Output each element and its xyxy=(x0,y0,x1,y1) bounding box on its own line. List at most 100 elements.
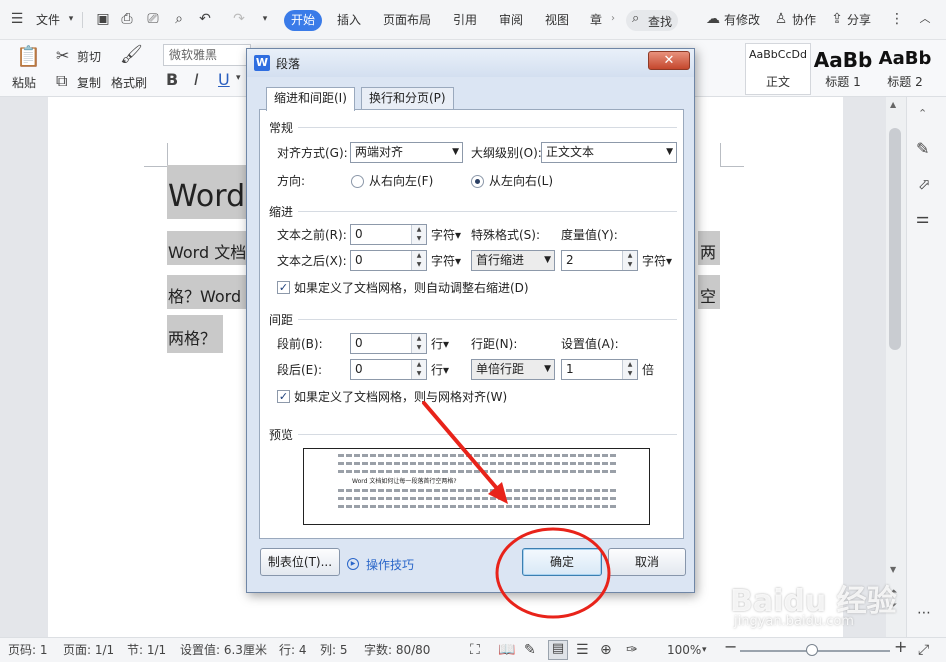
zoom-level[interactable]: 100% xyxy=(667,642,701,658)
cancel-button[interactable]: 取消 xyxy=(608,548,686,576)
fit-page-icon[interactable]: ⤢ xyxy=(918,642,929,658)
font-name-select[interactable]: 微软雅黑 xyxy=(163,44,251,66)
rtl-radio[interactable] xyxy=(351,175,364,188)
auto-adjust-label[interactable]: 如果定义了文档网格，则自动调整右缩进(D) xyxy=(294,280,529,296)
indent-before-unit[interactable]: 字符▾ xyxy=(431,227,461,243)
page-view-icon[interactable]: ▤ xyxy=(548,640,568,660)
more-icon[interactable]: ⋮ xyxy=(888,10,906,28)
cut-button[interactable]: 剪切 xyxy=(77,48,101,65)
spinner-icon[interactable]: ▲ ▼ xyxy=(411,251,426,270)
fullscreen-icon[interactable]: ⛶ xyxy=(470,642,480,658)
measure-unit[interactable]: 字符▾ xyxy=(642,253,672,269)
share-button[interactable]: 分享 xyxy=(847,9,871,31)
set-value-input[interactable]: 1 ▲ ▼ xyxy=(561,359,638,380)
tab-stops-button[interactable]: 制表位(T)... xyxy=(260,548,340,576)
collapse-ribbon-icon[interactable]: ︿ xyxy=(916,10,934,28)
paste-icon[interactable]: 📋 xyxy=(16,44,41,68)
play-icon[interactable]: ▶ xyxy=(347,558,359,570)
status-page-number[interactable]: 页码: 1 xyxy=(8,642,48,658)
spinner-icon[interactable]: ▲ ▼ xyxy=(411,225,426,244)
scroll-thumb[interactable] xyxy=(889,128,901,350)
zoom-slider-handle[interactable] xyxy=(806,644,818,656)
style-heading-1[interactable]: AaBb 标题 1 xyxy=(812,43,874,95)
status-page-count[interactable]: 页面: 1/1 xyxy=(63,642,114,658)
web-view-icon[interactable]: ⊕ xyxy=(600,642,612,658)
revise-button[interactable]: 有修改 xyxy=(724,9,760,31)
settings-slider-icon[interactable]: ⚌ xyxy=(916,209,929,227)
space-after-input[interactable]: 0 ▲ ▼ xyxy=(350,359,427,380)
chevron-down-icon[interactable]: ▾ xyxy=(702,642,707,658)
more-icon[interactable]: ⋯ xyxy=(917,605,931,621)
dialog-titlebar[interactable]: W 段落 ✕ xyxy=(247,49,694,77)
print-icon[interactable]: ⎚ xyxy=(144,10,162,28)
tab-view[interactable]: 视图 xyxy=(545,9,569,31)
tab-references[interactable]: 引用 xyxy=(453,9,477,31)
style-heading-2[interactable]: AaBb 标题 2 xyxy=(876,43,934,95)
collab-button[interactable]: 协作 xyxy=(792,9,816,31)
undo-icon[interactable]: ↶ xyxy=(196,10,214,28)
format-painter-button[interactable]: 格式刷 xyxy=(111,74,147,91)
spinner-icon[interactable]: ▲ ▼ xyxy=(622,251,637,270)
tab-start[interactable]: 开始 xyxy=(284,10,322,31)
close-button[interactable]: ✕ xyxy=(648,51,690,70)
save-icon[interactable]: ▣ xyxy=(94,10,112,28)
collapse-icon[interactable]: ⌃ xyxy=(918,107,927,120)
more-tabs-icon[interactable]: › xyxy=(604,10,622,28)
spinner-icon[interactable]: ▲ ▼ xyxy=(411,360,426,379)
redo-icon[interactable]: ↷ xyxy=(230,10,248,28)
scroll-down-icon[interactable]: ▼ xyxy=(890,565,896,574)
outline-value: 正文文本 xyxy=(546,145,595,159)
underline-button[interactable]: U xyxy=(218,70,230,89)
search-box[interactable]: ⌕ 查找 xyxy=(626,10,678,31)
status-word-count[interactable]: 字数: 80/80 xyxy=(364,642,430,658)
pen-icon[interactable]: ✎ xyxy=(916,139,929,158)
zoom-in-button[interactable]: + xyxy=(894,639,907,655)
paste-button[interactable]: 粘贴 xyxy=(12,74,36,91)
spinner-icon[interactable]: ▲ ▼ xyxy=(411,334,426,353)
tab-chapter[interactable]: 章 xyxy=(590,9,602,31)
scroll-up-icon[interactable]: ▲ xyxy=(890,100,896,109)
outline-select[interactable]: 正文文本 ▼ xyxy=(541,142,677,163)
copy-button[interactable]: 复制 xyxy=(77,74,101,91)
space-before-input[interactable]: 0 ▲ ▼ xyxy=(350,333,427,354)
line-spacing-select[interactable]: 单倍行距 ▼ xyxy=(471,359,555,380)
space-before-unit[interactable]: 行▾ xyxy=(431,336,449,352)
spinner-icon[interactable]: ▲ ▼ xyxy=(622,360,637,379)
rtl-label[interactable]: 从右向左(F) xyxy=(369,173,433,189)
bold-button[interactable]: B xyxy=(166,70,178,89)
measure-input[interactable]: 2 ▲ ▼ xyxy=(561,250,638,271)
read-mode-icon[interactable]: 📖 xyxy=(498,642,515,658)
zoom-out-button[interactable]: − xyxy=(724,639,737,655)
export-icon[interactable]: ⎙ xyxy=(118,10,136,28)
indent-after-unit[interactable]: 字符▾ xyxy=(431,253,461,269)
hamburger-menu-icon[interactable]: ☰ xyxy=(8,10,26,28)
chevron-down-icon[interactable]: ▾ xyxy=(62,10,80,28)
style-normal[interactable]: AaBbCcDd 正文 xyxy=(745,43,811,95)
ltr-label[interactable]: 从左向右(L) xyxy=(489,173,553,189)
italic-button[interactable]: I xyxy=(194,70,199,89)
print-preview-icon[interactable]: ⌕ xyxy=(170,10,188,28)
tab-line-page-breaks[interactable]: 换行和分页(P) xyxy=(361,87,454,110)
align-select[interactable]: 两端对齐 ▼ xyxy=(350,142,463,163)
tab-review[interactable]: 审阅 xyxy=(499,9,523,31)
tips-link[interactable]: 操作技巧 xyxy=(366,556,414,573)
customize-icon[interactable]: ▾ xyxy=(256,10,274,28)
indent-before-input[interactable]: 0 ▲ ▼ xyxy=(350,224,427,245)
snap-grid-checkbox[interactable]: ✓ xyxy=(277,390,290,403)
indent-after-input[interactable]: 0 ▲ ▼ xyxy=(350,250,427,271)
edit-mode-icon[interactable]: ✎ xyxy=(524,642,536,658)
tab-insert[interactable]: 插入 xyxy=(337,9,361,31)
outline-view-icon[interactable]: ☰ xyxy=(576,642,589,658)
ok-button[interactable]: 确定 xyxy=(522,548,602,576)
tab-page-layout[interactable]: 页面布局 xyxy=(383,9,431,31)
snap-grid-label[interactable]: 如果定义了文档网格，则与网格对齐(W) xyxy=(294,389,507,405)
ltr-radio[interactable] xyxy=(471,175,484,188)
special-format-select[interactable]: 首行缩进 ▼ xyxy=(471,250,555,271)
chevron-down-icon[interactable]: ▾ xyxy=(236,73,241,83)
eye-protect-icon[interactable]: ✑ xyxy=(626,642,638,658)
space-after-unit[interactable]: 行▾ xyxy=(431,362,449,378)
auto-adjust-checkbox[interactable]: ✓ xyxy=(277,281,290,294)
tab-indent-spacing[interactable]: 缩进和间距(I) xyxy=(266,87,355,111)
file-menu[interactable]: 文件 xyxy=(36,9,60,31)
cursor-icon[interactable]: ⬀ xyxy=(918,175,931,193)
